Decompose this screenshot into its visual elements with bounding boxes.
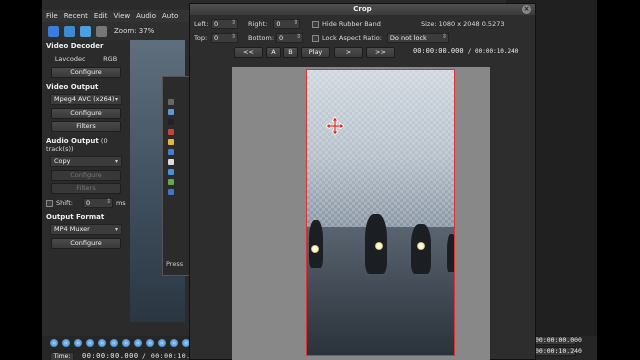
info-icon[interactable]	[80, 25, 91, 37]
filter-item-icon[interactable]	[168, 189, 174, 195]
filter-item-icon[interactable]	[168, 109, 174, 115]
transport-prev-key-icon[interactable]	[98, 339, 106, 347]
menu-audio[interactable]: Audio	[136, 12, 156, 20]
next-next-button[interactable]: >>	[366, 47, 395, 58]
hide-rubber-band-label: Hide Rubber Band	[322, 20, 381, 28]
lock-aspect-select[interactable]: Do not lock	[386, 33, 449, 43]
rider-figure	[447, 234, 454, 272]
crop-duration: / 00:00:10.240	[467, 48, 519, 55]
marker-b-value: 00:00:10.240	[532, 347, 582, 356]
zoom-level: Zoom: 37%	[114, 27, 155, 35]
next-frame-button[interactable]: >	[334, 47, 363, 58]
filter-item-icon[interactable]	[168, 99, 174, 105]
rider-figure	[309, 220, 323, 268]
video-decoder-heading: Video Decoder	[46, 42, 104, 50]
crop-timecode[interactable]: 00:00:00.000 / 00:00:10.240	[413, 47, 518, 55]
goto-a-button[interactable]: A	[266, 47, 281, 58]
transport-forward-icon[interactable]	[86, 339, 94, 347]
menu-file[interactable]: File	[46, 12, 58, 20]
left-crop-input[interactable]: 0	[211, 19, 238, 29]
transport-rewind-icon[interactable]	[62, 339, 70, 347]
marker-a-value: 00:00:00.000	[532, 336, 582, 345]
filter-item-icon[interactable]	[168, 119, 174, 125]
top-label: Top:	[194, 34, 208, 42]
transport-begin-icon[interactable]	[170, 339, 178, 347]
video-filters-button[interactable]: Filters	[51, 121, 121, 132]
rgb-label: RGB	[103, 55, 118, 63]
crop-dialog-title: Crop	[353, 5, 372, 13]
audio-filters-button[interactable]: Filters	[51, 183, 121, 194]
current-time[interactable]: 00:00:00.000	[82, 352, 139, 360]
open-file-icon[interactable]	[48, 25, 59, 37]
filter-list-window	[162, 76, 190, 276]
lock-aspect-label: Lock Aspect Ratio:	[322, 34, 382, 42]
move-crop-icon[interactable]	[325, 116, 345, 136]
muxer-configure-button[interactable]: Configure	[51, 238, 121, 249]
filter-item-icon[interactable]	[168, 169, 174, 175]
crop-video-frame[interactable]	[306, 69, 455, 356]
right-label: Right:	[248, 20, 268, 28]
headlight	[375, 242, 383, 250]
right-crop-input[interactable]: 0	[273, 19, 301, 29]
video-configure-button[interactable]: Configure	[51, 108, 121, 119]
shift-input[interactable]: 0	[82, 198, 113, 208]
close-icon[interactable]: ×	[522, 5, 531, 14]
desktop-screen: File Recent Edit View Audio Auto Zoom: 3…	[42, 0, 597, 360]
time-button[interactable]: Time:	[50, 352, 74, 360]
filter-item-icon[interactable]	[168, 129, 174, 135]
menu-edit[interactable]: Edit	[94, 12, 108, 20]
audio-configure-button[interactable]: Configure	[51, 170, 121, 181]
muxer-select[interactable]: MP4 Muxer	[50, 224, 122, 235]
headlight	[417, 242, 425, 250]
transport-back-icon[interactable]	[74, 339, 82, 347]
calculator-icon[interactable]	[96, 25, 107, 37]
lock-aspect-checkbox[interactable]	[312, 34, 319, 42]
audio-output-heading: Audio Output	[46, 137, 99, 145]
transparency-overlay	[307, 70, 454, 227]
output-format-heading: Output Format	[46, 213, 105, 221]
top-crop-input[interactable]: 0	[211, 33, 238, 43]
menu-recent[interactable]: Recent	[64, 12, 88, 20]
transport-next-key-icon[interactable]	[110, 339, 118, 347]
menu-view[interactable]: View	[113, 12, 130, 20]
shift-checkbox[interactable]	[46, 199, 53, 207]
headlight	[311, 245, 319, 253]
filter-item-icon[interactable]	[168, 179, 174, 185]
lavcodec-label: Lavcodec	[54, 55, 86, 63]
decoder-configure-button[interactable]: Configure	[51, 67, 121, 78]
video-codec-select[interactable]: Mpeg4 AVC (x264)	[50, 94, 122, 105]
crop-dialog-titlebar[interactable]: Crop ×	[190, 4, 535, 15]
prev-prev-button[interactable]: <<	[234, 47, 263, 58]
transport-goto-b-icon[interactable]	[158, 339, 166, 347]
transport-mark-b-icon[interactable]	[134, 339, 142, 347]
crop-size-info: Size: 1080 x 2048 0.5273	[421, 20, 505, 28]
transport-goto-a-icon[interactable]	[146, 339, 154, 347]
transport-play-icon[interactable]	[50, 339, 58, 347]
video-output-heading: Video Output	[46, 83, 99, 91]
filter-item-icon[interactable]	[168, 149, 174, 155]
save-file-icon[interactable]	[64, 25, 75, 37]
audio-codec-select[interactable]: Copy	[50, 156, 122, 167]
bottom-label: Bottom:	[248, 34, 275, 42]
crop-current-time: 00:00:00.000	[413, 47, 464, 55]
goto-b-button[interactable]: B	[283, 47, 298, 58]
ms-label: ms	[115, 199, 126, 207]
left-settings-panel: Video Decoder Lavcodec RGB Configure Vid…	[42, 40, 130, 320]
play-button[interactable]: Play	[301, 47, 330, 58]
shift-label: Shift:	[56, 199, 73, 207]
hide-rubber-band-checkbox[interactable]	[312, 20, 319, 28]
crop-preview-canvas[interactable]	[232, 67, 490, 360]
bottom-crop-input[interactable]: 0	[276, 33, 304, 43]
filter-item-icon[interactable]	[168, 159, 174, 165]
crop-dialog: Crop × Left: 0 Right: 0 Hide Rubber Band…	[189, 3, 536, 360]
filter-item-icon[interactable]	[168, 139, 174, 145]
transport-mark-a-icon[interactable]	[122, 339, 130, 347]
press-hint-text: Press	[166, 260, 184, 268]
menu-auto[interactable]: Auto	[162, 12, 178, 20]
left-label: Left:	[194, 20, 209, 28]
